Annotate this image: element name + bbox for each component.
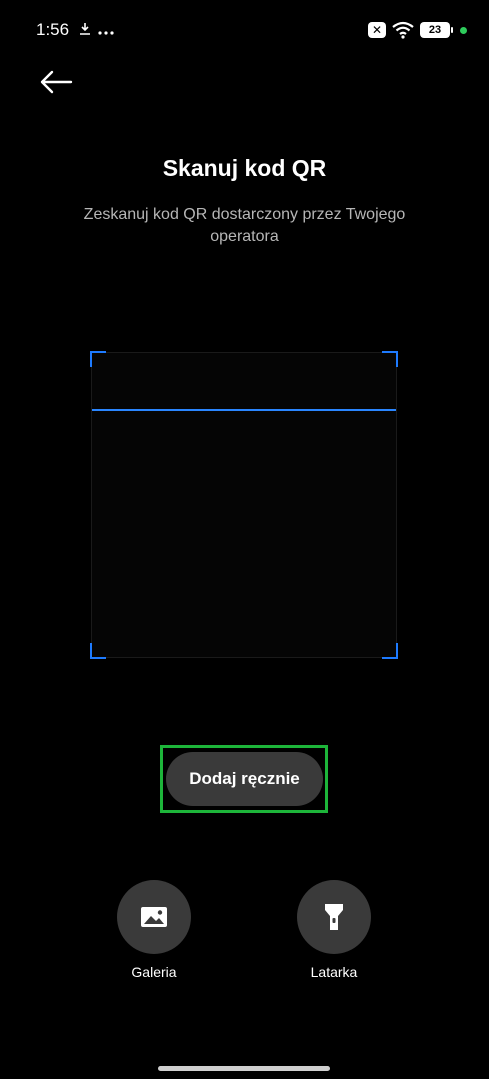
- page-title: Skanuj kod QR: [162, 155, 327, 181]
- status-right-icons: ✕ 23: [368, 21, 467, 39]
- battery-icon: 23: [420, 22, 453, 38]
- gallery-button[interactable]: [117, 880, 191, 954]
- flashlight-label: Latarka: [310, 964, 358, 980]
- back-button[interactable]: [36, 64, 76, 100]
- back-arrow-icon: [40, 70, 73, 94]
- qr-scanner-viewfinder: [90, 351, 398, 659]
- scan-line: [92, 409, 396, 411]
- gallery-action[interactable]: Galeria: [116, 880, 192, 980]
- download-icon: [78, 22, 92, 39]
- viewfinder-corner-top-right: [382, 351, 398, 367]
- battery-level: 23: [428, 24, 442, 36]
- more-dots-icon: [98, 23, 114, 39]
- flashlight-button[interactable]: [297, 880, 371, 954]
- viewfinder-corner-bottom-right: [382, 643, 398, 659]
- flashlight-action[interactable]: Latarka: [296, 880, 372, 980]
- viewfinder-corner-top-left: [90, 351, 106, 367]
- mute-icon: ✕: [368, 22, 386, 38]
- viewfinder-corner-bottom-left: [90, 643, 106, 659]
- status-left-icons: [78, 22, 114, 39]
- privacy-indicator-dot: [460, 26, 467, 34]
- status-time: 1:56: [36, 20, 70, 39]
- flashlight-icon: [325, 904, 343, 930]
- gallery-label: Galeria: [131, 964, 177, 980]
- home-indicator[interactable]: [158, 1066, 330, 1071]
- wifi-icon: [392, 21, 414, 39]
- add-manually-button[interactable]: Dodaj ręcznie: [166, 752, 323, 806]
- page-subtitle: Zeskanuj kod QR dostarczony przez Twojeg…: [83, 206, 406, 245]
- gallery-icon: [141, 907, 167, 927]
